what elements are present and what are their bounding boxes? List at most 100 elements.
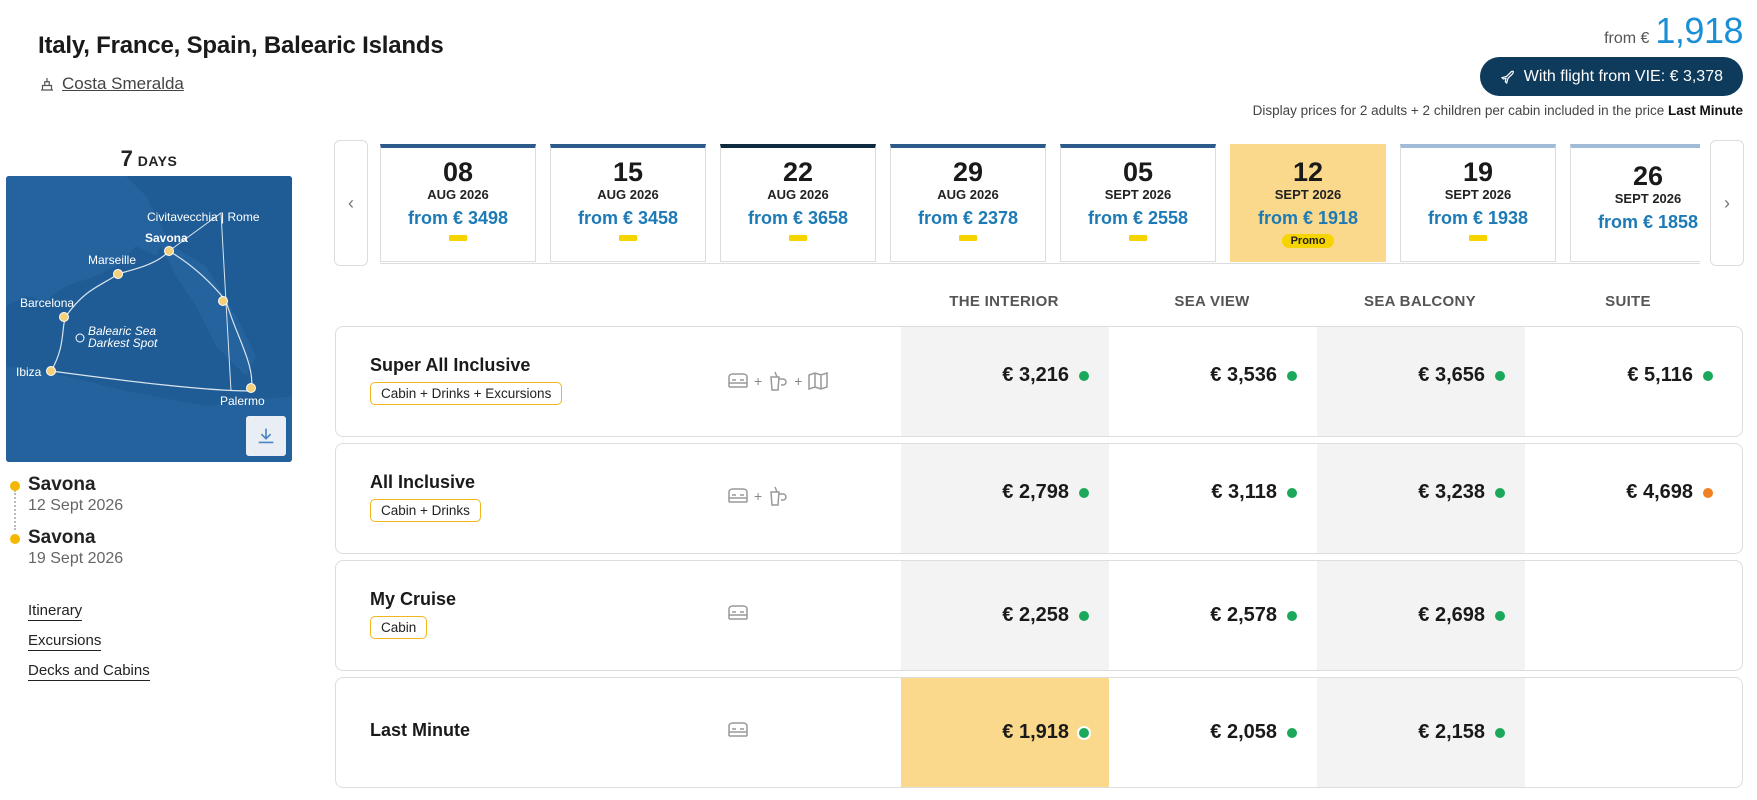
- column-header-suite: SUITE: [1605, 293, 1651, 310]
- decks-cabins-link[interactable]: Decks and Cabins: [28, 662, 150, 681]
- stop-departure: Savona 12 Sept 2026: [10, 474, 123, 527]
- date-card[interactable]: 15 AUG 2026 from € 3458: [550, 144, 706, 262]
- price-sea-view[interactable]: € 2,058: [1109, 721, 1317, 744]
- availability-bar: [789, 235, 807, 241]
- date-card[interactable]: 19 SEPT 2026 from € 1938: [1400, 144, 1556, 262]
- price-interior[interactable]: € 2,798: [901, 481, 1109, 504]
- stop-port: Savona: [28, 527, 96, 548]
- column-header-sea-balcony: SEA BALCONY: [1364, 293, 1476, 310]
- date-card[interactable]: 26 SEPT 2026 from € 1858: [1570, 144, 1700, 262]
- plus-sign: +: [754, 488, 763, 504]
- from-label: from €: [1604, 30, 1650, 47]
- map-label-marseille: Marseille: [88, 253, 137, 267]
- price-value: € 2,578: [1210, 604, 1277, 626]
- price-sea-balcony[interactable]: € 3,238: [1317, 481, 1525, 504]
- cruise-title: Italy, France, Spain, Balearic Islands: [38, 32, 444, 59]
- price-value: € 3,656: [1418, 364, 1485, 386]
- date-month: SEPT 2026: [1444, 187, 1512, 202]
- ship-link[interactable]: Costa Smeralda: [38, 74, 184, 94]
- availability-bar: [1469, 235, 1487, 241]
- price-interior[interactable]: € 3,216: [901, 364, 1109, 387]
- route-map[interactable]: Civitavecchia | Rome Savona Marseille Ba…: [6, 176, 292, 462]
- date-card-selected[interactable]: 12 SEPT 2026 from € 1918 Promo: [1230, 144, 1386, 262]
- cabin-icon: [728, 373, 748, 388]
- price-sea-balcony[interactable]: € 3,656: [1317, 364, 1525, 387]
- date-month: SEPT 2026: [1614, 191, 1682, 206]
- download-icon: [258, 428, 274, 444]
- promo-badge: Promo: [1281, 234, 1335, 248]
- price-interior[interactable]: € 2,258: [901, 604, 1109, 627]
- date-month: AUG 2026: [767, 187, 829, 202]
- itinerary-link[interactable]: Itinerary: [28, 602, 83, 621]
- availability-dot: [1079, 487, 1089, 498]
- flight-button[interactable]: With flight from VIE: € 3,378: [1479, 57, 1743, 96]
- cabin-icon: [728, 605, 748, 620]
- stop-arrival: Savona 19 Sept 2026: [10, 527, 123, 580]
- price-sea-view[interactable]: € 3,536: [1109, 364, 1317, 387]
- price-value: € 2,798: [1002, 481, 1069, 503]
- price-value: € 2,158: [1418, 721, 1485, 743]
- package-row-all-inclusive: All Inclusive Cabin + Drinks + € 2,798 €…: [335, 443, 1743, 554]
- package-row-my-cruise: My Cruise Cabin € 2,258 € 2,578 € 2,698: [335, 560, 1743, 671]
- ship-name[interactable]: Costa Smeralda: [62, 74, 184, 94]
- chevron-left-icon: ‹: [348, 192, 354, 213]
- package-tag: Cabin + Drinks + Excursions: [370, 382, 563, 405]
- map-label-savona: Savona: [145, 231, 188, 245]
- map-label-civitavecchia: Civitavecchia | Rome: [147, 210, 260, 224]
- price-sea-balcony[interactable]: € 2,698: [1317, 604, 1525, 627]
- price-sea-view[interactable]: € 3,118: [1109, 481, 1317, 504]
- column-header-interior: THE INTERIOR: [949, 293, 1059, 310]
- availability-dot: [1495, 370, 1505, 381]
- map-download-button[interactable]: [246, 416, 286, 456]
- date-card[interactable]: 08 AUG 2026 from € 3498: [380, 144, 536, 262]
- package-row-last-minute: Last Minute € 1,918 € 2,058 € 2,158: [335, 677, 1743, 788]
- from-price-value: 1,918: [1655, 10, 1743, 51]
- chevron-right-icon: ›: [1724, 192, 1730, 213]
- itinerary-stops: Savona 12 Sept 2026 Savona 19 Sept 2026: [10, 474, 123, 580]
- drinks-icon: [770, 486, 787, 506]
- price-sea-balcony[interactable]: € 2,158: [1317, 721, 1525, 744]
- package-tag: Cabin + Drinks: [370, 499, 481, 522]
- package-icons: +: [726, 484, 790, 508]
- price-sea-view[interactable]: € 2,578: [1109, 604, 1317, 627]
- price-suite[interactable]: € 5,116: [1525, 364, 1733, 387]
- map-label-darkest-spot: Darkest Spot: [88, 336, 158, 350]
- carousel-prev-button[interactable]: ‹: [334, 140, 368, 266]
- price-value: € 2,698: [1418, 604, 1485, 626]
- price-interior-selected[interactable]: € 1,918: [901, 721, 1109, 744]
- package-icons: [726, 718, 750, 742]
- plus-sign: +: [794, 373, 803, 389]
- map-label-palermo: Palermo: [220, 394, 265, 408]
- date-card[interactable]: 05 SEPT 2026 from € 2558: [1060, 144, 1216, 262]
- map-label-ibiza: Ibiza: [16, 365, 42, 379]
- date-card[interactable]: 29 AUG 2026 from € 2378: [890, 144, 1046, 262]
- availability-dot-limited: [1703, 487, 1713, 498]
- excursions-link[interactable]: Excursions: [28, 632, 102, 651]
- date-price: from € 3658: [747, 208, 849, 228]
- package-row-super-all-inclusive: Super All Inclusive Cabin + Drinks + Exc…: [335, 326, 1743, 437]
- date-month: SEPT 2026: [1104, 187, 1172, 202]
- package-icons: + +: [726, 369, 830, 393]
- days-number: 7: [120, 146, 134, 171]
- date-day: 19: [1462, 157, 1494, 187]
- availability-dot: [1079, 610, 1089, 621]
- date-card[interactable]: 22 AUG 2026 from € 3658: [720, 144, 876, 262]
- date-month: SEPT 2026: [1274, 187, 1342, 202]
- date-day: 12: [1292, 157, 1324, 187]
- plus-sign: +: [754, 373, 763, 389]
- package-name: My Cruise: [370, 589, 457, 609]
- package-icons: [726, 601, 750, 625]
- drinks-icon: [770, 371, 787, 391]
- ship-icon: [41, 78, 53, 91]
- date-price: from € 3458: [577, 208, 679, 228]
- date-month: AUG 2026: [427, 187, 489, 202]
- carousel-next-button[interactable]: ›: [1710, 140, 1744, 266]
- price-value: € 2,058: [1210, 721, 1277, 743]
- date-day: 26: [1632, 161, 1664, 191]
- price-suite[interactable]: € 4,698: [1525, 481, 1733, 504]
- date-day: 15: [612, 157, 644, 187]
- date-day: 29: [952, 157, 984, 187]
- availability-dot: [1495, 487, 1505, 498]
- price-value: € 4,698: [1626, 481, 1693, 503]
- price-value: € 3,536: [1210, 364, 1277, 386]
